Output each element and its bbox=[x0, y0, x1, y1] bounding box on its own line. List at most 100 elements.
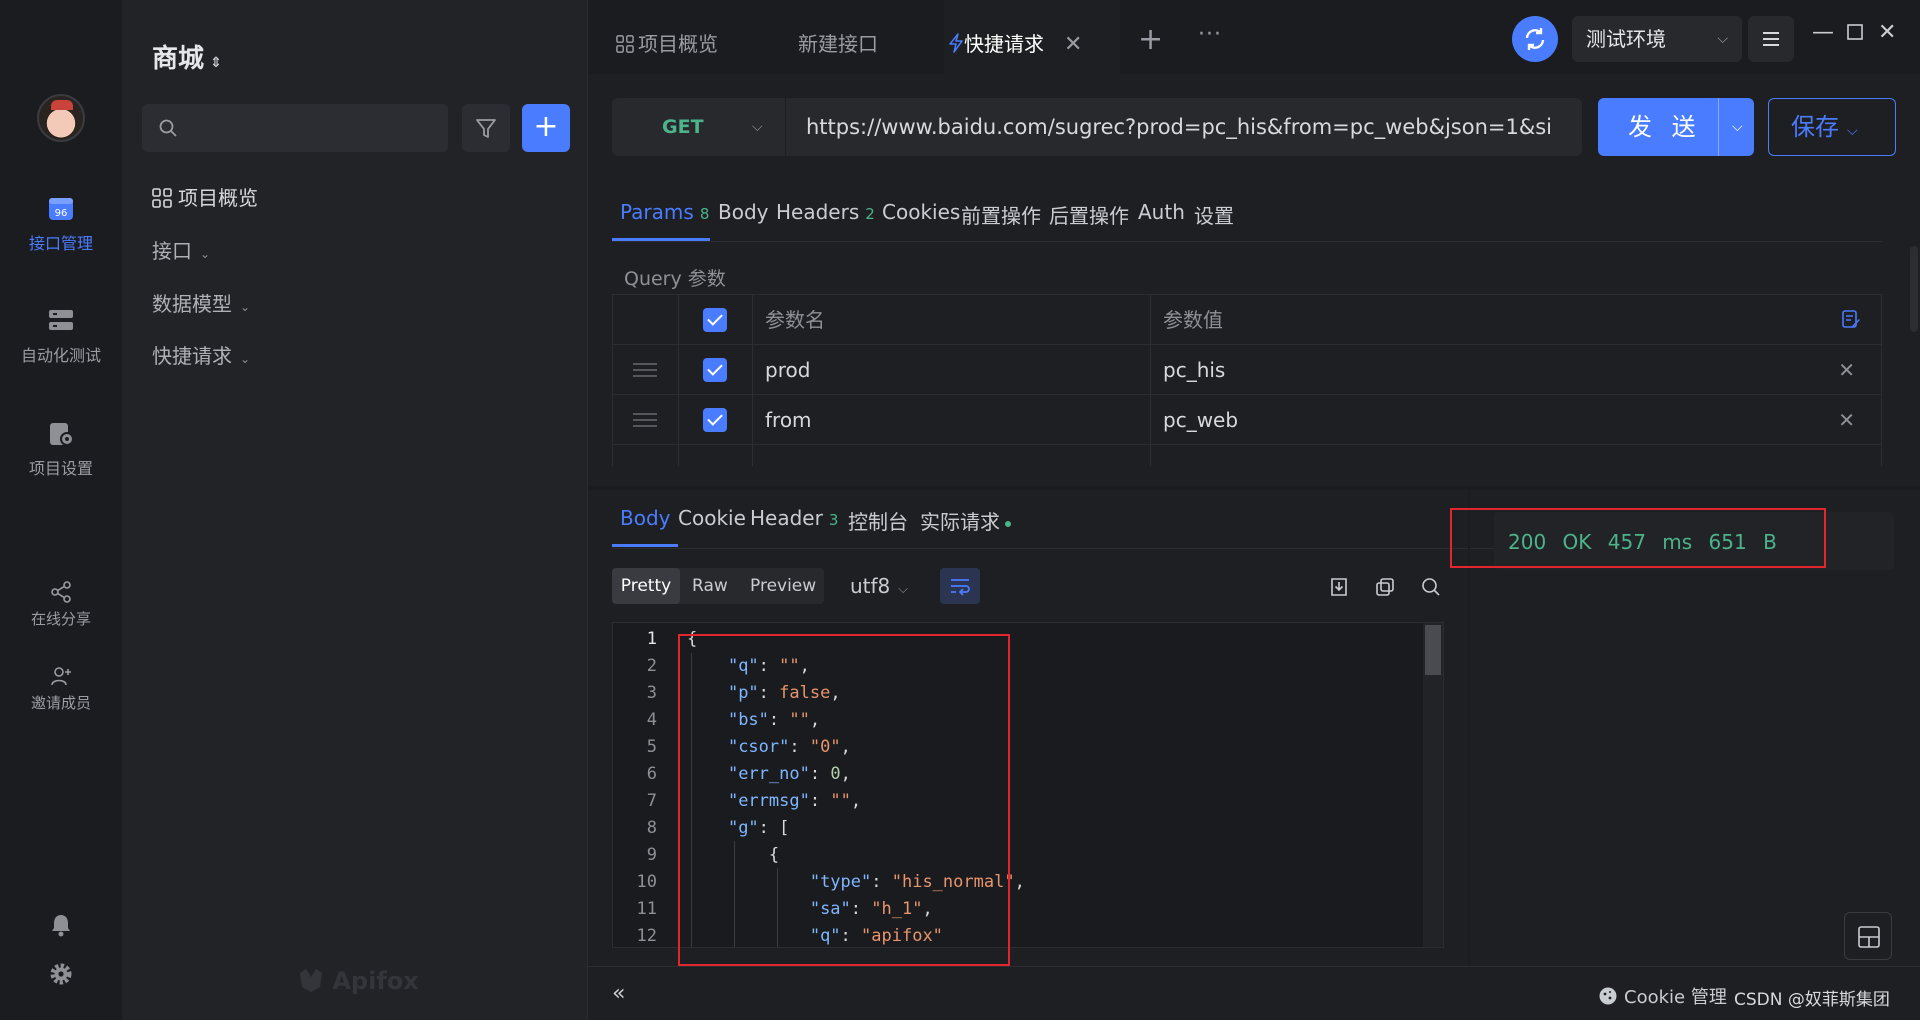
line-number-gutter: 1 2 3 4 5 6 7 8 9 10 11 12 bbox=[613, 623, 673, 947]
layout-toggle-button[interactable] bbox=[1844, 912, 1892, 960]
sidebar-item-data-model[interactable]: 数据模型 ⌄ bbox=[152, 288, 250, 317]
param-value-input[interactable]: pc_web bbox=[1163, 408, 1238, 432]
chevron-down-icon[interactable]: ⌵ bbox=[1732, 98, 1743, 156]
table-row: prod pc_his ✕ bbox=[613, 345, 1881, 395]
svg-text:96: 96 bbox=[55, 208, 68, 219]
line-number: 6 bbox=[646, 764, 657, 784]
environment-menu-button[interactable] bbox=[1748, 16, 1794, 62]
line-number: 9 bbox=[646, 845, 657, 865]
environment-select[interactable]: 测试环境 ⌵ bbox=[1572, 16, 1742, 62]
tab-headers[interactable]: Headers 2 bbox=[776, 200, 875, 224]
search-input[interactable] bbox=[142, 104, 448, 152]
tab-actual-request[interactable]: 实际请求 bbox=[920, 506, 1011, 535]
method-select[interactable]: GET ⌵ bbox=[612, 98, 786, 156]
tab-response-header[interactable]: Header 3 bbox=[750, 506, 838, 530]
search-icon[interactable] bbox=[1420, 576, 1442, 598]
cookie-manager-button[interactable]: Cookie 管理 bbox=[1598, 983, 1727, 1009]
close-window-button[interactable]: ✕ bbox=[1878, 20, 1896, 45]
url-input[interactable]: https://www.baidu.com/sugrec?prod=pc_his… bbox=[806, 98, 1572, 156]
encoding-select[interactable]: utf8 ⌵ bbox=[850, 574, 908, 598]
request-url-bar: GET ⌵ https://www.baidu.com/sugrec?prod=p… bbox=[612, 98, 1582, 156]
rail-item-project-settings[interactable]: 项目设置 bbox=[0, 421, 122, 479]
apifox-logo: Apifox bbox=[298, 967, 419, 995]
rail-item-api-management[interactable]: 96 接口管理 bbox=[0, 196, 122, 254]
maximize-button[interactable] bbox=[1846, 22, 1864, 47]
select-all-cell bbox=[679, 295, 753, 344]
response-tabs: Body Cookie Header 3 控制台 实际请求 bbox=[612, 490, 1312, 550]
scrollbar-thumb[interactable] bbox=[1425, 625, 1441, 675]
format-preview[interactable]: Preview bbox=[750, 568, 816, 604]
param-value-input[interactable]: pc_his bbox=[1163, 358, 1225, 382]
close-tab-icon[interactable]: ✕ bbox=[1064, 32, 1082, 57]
grid-icon bbox=[152, 188, 172, 208]
sidebar-item-project-overview[interactable]: 项目概览 bbox=[152, 182, 258, 211]
bulk-edit-icon[interactable] bbox=[1841, 309, 1861, 329]
download-icon[interactable] bbox=[1328, 576, 1350, 598]
tab-auth[interactable]: Auth bbox=[1138, 200, 1185, 224]
chevron-down-icon: ⌄ bbox=[240, 300, 251, 314]
tab-post-operations[interactable]: 后置操作 bbox=[1049, 200, 1129, 229]
tab-cookies[interactable]: Cookies bbox=[882, 200, 960, 224]
tab-quick-request[interactable]: 快捷请求 ✕ bbox=[944, 0, 1120, 74]
tab-body[interactable]: Body bbox=[718, 200, 769, 224]
tab-pre-operations[interactable]: 前置操作 bbox=[961, 200, 1041, 229]
tab-label: 新建接口 bbox=[798, 32, 878, 56]
rail-item-automation-test[interactable]: 自动化测试 bbox=[0, 308, 122, 366]
add-tab-button[interactable]: + bbox=[1138, 22, 1163, 57]
main-panel: 项目概览 新建接口 快捷请求 ✕ + ··· 测试环境 ⌵ — ✕ GET ⌵ … bbox=[588, 0, 1920, 1020]
tab-settings[interactable]: 设置 bbox=[1194, 200, 1234, 229]
collapse-sidebar-button[interactable]: « bbox=[612, 981, 625, 1006]
select-all-checkbox[interactable] bbox=[703, 308, 727, 332]
param-name-input[interactable] bbox=[753, 445, 1151, 466]
table-header-row: 参数名 参数值 bbox=[613, 295, 1881, 345]
tab-new-api[interactable]: 新建接口 bbox=[798, 0, 948, 74]
project-switcher[interactable]: 商城 ⇕ bbox=[152, 38, 222, 75]
sidebar-item-api[interactable]: 接口 ⌄ bbox=[152, 235, 210, 264]
save-button[interactable]: 保存 ⌵ bbox=[1768, 98, 1896, 156]
row-checkbox[interactable] bbox=[703, 358, 727, 382]
tab-label: 实际请求 bbox=[920, 510, 1000, 534]
drag-handle-icon[interactable] bbox=[633, 413, 657, 427]
tab-project-overview[interactable]: 项目概览 bbox=[616, 0, 766, 74]
more-tabs-icon[interactable]: ··· bbox=[1198, 22, 1222, 47]
format-raw[interactable]: Raw bbox=[692, 568, 728, 604]
tab-response-cookie[interactable]: Cookie bbox=[678, 506, 746, 530]
drag-handle-cell bbox=[613, 395, 679, 444]
rail-item-label: 项目设置 bbox=[28, 459, 93, 478]
sidebar-item-label: 快捷请求 bbox=[152, 344, 232, 368]
minimize-button[interactable]: — bbox=[1812, 20, 1834, 45]
api-management-icon: 96 bbox=[49, 198, 73, 220]
filter-button[interactable] bbox=[462, 104, 510, 152]
editor-scrollbar[interactable] bbox=[1423, 623, 1443, 947]
invite-member-button[interactable]: 邀请成员 bbox=[0, 664, 122, 713]
send-button[interactable]: 发 送 ⌵ bbox=[1598, 98, 1754, 156]
invite-label: 邀请成员 bbox=[30, 694, 91, 712]
bell-icon[interactable] bbox=[48, 912, 74, 938]
param-name-input[interactable]: prod bbox=[753, 345, 1151, 394]
watermark: CSDN @奴菲斯集团 bbox=[1734, 990, 1890, 1010]
word-wrap-button[interactable] bbox=[940, 568, 980, 604]
online-share-button[interactable]: 在线分享 bbox=[0, 580, 122, 629]
avatar[interactable] bbox=[37, 94, 85, 142]
remove-row-icon[interactable]: ✕ bbox=[1838, 395, 1855, 445]
add-button[interactable]: + bbox=[522, 104, 570, 152]
row-checkbox[interactable] bbox=[703, 408, 727, 432]
sidebar-item-quick-request[interactable]: 快捷请求 ⌄ bbox=[152, 340, 250, 369]
tab-response-body[interactable]: Body bbox=[620, 506, 671, 530]
copy-icon[interactable] bbox=[1374, 576, 1396, 598]
tab-params[interactable]: Params 8 bbox=[620, 200, 709, 224]
drag-handle-icon[interactable] bbox=[633, 363, 657, 377]
format-pretty[interactable]: Pretty bbox=[612, 568, 680, 604]
remove-row-icon[interactable]: ✕ bbox=[1838, 345, 1855, 395]
line-number: 1 bbox=[646, 629, 657, 649]
request-tabs: Params 8 Body Headers 2 Cookies 前置操作 后置操作 … bbox=[612, 182, 1882, 242]
params-table: 参数名 参数值 prod pc_his ✕ from pc_web ✕ bbox=[612, 294, 1882, 466]
gear-icon[interactable] bbox=[48, 961, 74, 987]
param-name-input[interactable]: from bbox=[753, 395, 1151, 444]
request-scrollbar[interactable] bbox=[1910, 246, 1918, 332]
environment-sync-button[interactable] bbox=[1512, 16, 1558, 62]
tab-console[interactable]: 控制台 bbox=[848, 506, 908, 535]
sidebar-item-label: 项目概览 bbox=[178, 186, 258, 210]
row-checkbox-cell bbox=[679, 395, 753, 444]
tab-count: 8 bbox=[699, 205, 710, 223]
